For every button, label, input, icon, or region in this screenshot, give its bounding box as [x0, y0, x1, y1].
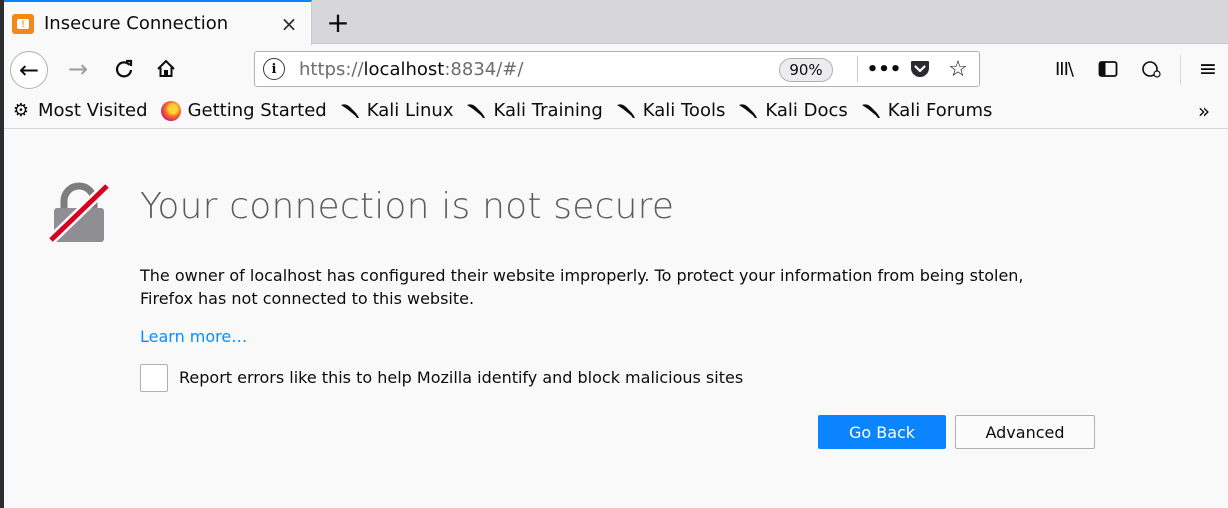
bookmark-kali-forums[interactable]: Kali Forums [854, 96, 999, 126]
bookmark-kali-tools[interactable]: Kali Tools [609, 96, 732, 126]
bookmark-label: Most Visited [38, 100, 148, 121]
bookmark-kali-training[interactable]: Kali Training [459, 96, 608, 126]
advanced-button[interactable]: Advanced [955, 415, 1095, 449]
kali-dragon-icon [615, 100, 637, 122]
error-description-line: Firefox has not connected to this websit… [140, 289, 475, 308]
error-page: Your connection is not secure The owner … [4, 130, 1228, 508]
extension-icon [1142, 61, 1161, 78]
report-errors-label[interactable]: Report errors like this to help Mozilla … [179, 368, 743, 387]
forward-button[interactable]: → [62, 53, 94, 85]
extension-button[interactable] [1136, 53, 1168, 85]
go-back-button[interactable]: Go Back [818, 415, 946, 449]
site-info-icon[interactable]: i [263, 58, 285, 80]
tab-close-icon[interactable]: × [277, 12, 301, 36]
tab-strip: ! Insecure Connection × + [0, 0, 1228, 45]
bookmark-label: Kali Tools [642, 100, 726, 121]
pocket-button[interactable] [907, 56, 933, 82]
bookmark-label: Getting Started [187, 100, 327, 121]
home-button[interactable] [150, 53, 182, 85]
reload-icon [115, 59, 133, 78]
bookmark-label: Kali Training [493, 100, 603, 121]
url-bar-divider [857, 56, 858, 82]
home-icon [157, 59, 175, 77]
bookmark-label: Kali Linux [366, 100, 454, 121]
gear-icon: ⚙ [12, 100, 30, 121]
bookmark-kali-linux[interactable]: Kali Linux [333, 96, 460, 126]
url-bar[interactable]: i https://localhost:8834/#/ 90% ••• ☆ [254, 51, 980, 87]
bookmark-label: Kali Forums [887, 100, 993, 121]
new-tab-button[interactable]: + [322, 6, 354, 39]
toolbar-divider [1180, 55, 1181, 85]
kali-dragon-icon [339, 100, 361, 122]
hamburger-menu-button[interactable]: ≡ [1192, 53, 1224, 85]
bookmarks-toolbar: ⚙ Most Visited Getting Started Kali Linu… [4, 93, 1228, 129]
bookmark-getting-started[interactable]: Getting Started [154, 96, 333, 126]
bookmark-star-button[interactable]: ☆ [945, 56, 971, 82]
back-button[interactable]: ← [10, 51, 48, 89]
pocket-icon [911, 61, 929, 77]
tab-title: Insecure Connection [44, 13, 229, 34]
url-text[interactable]: https://localhost:8834/#/ [299, 59, 523, 80]
bookmark-kali-docs[interactable]: Kali Docs [731, 96, 853, 126]
warning-favicon-icon: ! [12, 13, 34, 34]
report-errors-checkbox[interactable] [140, 364, 168, 392]
zoom-level-badge[interactable]: 90% [779, 58, 833, 82]
kali-dragon-icon [860, 100, 882, 122]
bookmark-most-visited[interactable]: ⚙ Most Visited [4, 96, 154, 126]
bookmarks-overflow-button[interactable]: » [1190, 96, 1218, 126]
sidebar-button[interactable] [1092, 53, 1124, 85]
error-description: The owner of localhost has configured th… [140, 264, 1100, 310]
sidebar-icon [1098, 61, 1118, 77]
reload-button[interactable] [108, 53, 140, 85]
window-left-edge [0, 0, 4, 508]
tab-insecure-connection[interactable]: ! Insecure Connection × [4, 0, 312, 45]
learn-more-link[interactable]: Learn more… [140, 327, 247, 346]
library-button[interactable]: III\ [1048, 53, 1080, 85]
error-description-line: The owner of localhost has configured th… [140, 266, 1024, 285]
bookmark-label: Kali Docs [765, 100, 848, 121]
page-actions-button[interactable]: ••• [867, 56, 902, 82]
page-title: Your connection is not secure [140, 186, 675, 227]
nav-bar: ← → i https://localhost:8834/#/ 90% ••• … [4, 45, 1228, 93]
firefox-icon [160, 100, 182, 122]
kali-dragon-icon [465, 100, 487, 122]
broken-lock-icon [47, 182, 111, 244]
kali-dragon-icon [737, 100, 759, 122]
